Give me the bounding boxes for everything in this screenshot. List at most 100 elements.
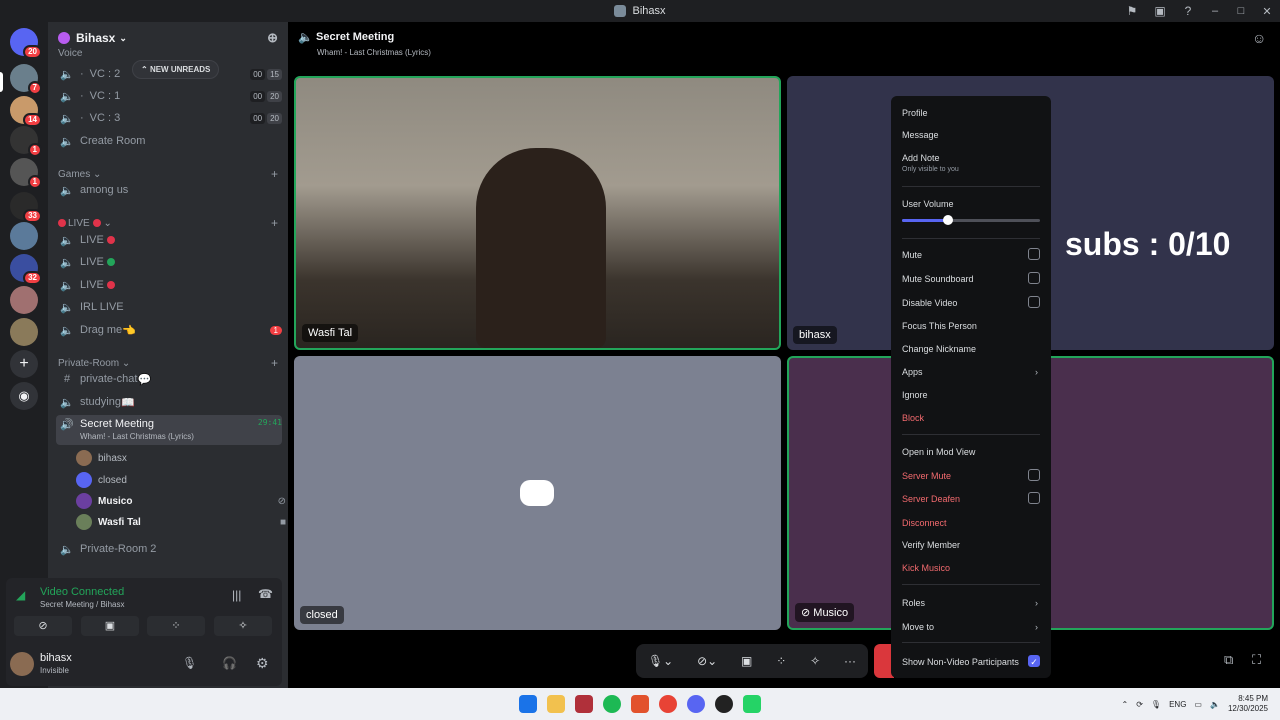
menu-roles[interactable]: Roles › xyxy=(902,598,1040,608)
soundboard-button[interactable]: ✧ xyxy=(214,616,272,636)
invite-icon[interactable]: ⊕ xyxy=(267,30,278,46)
live-channel[interactable]: 🔈 LIVE xyxy=(56,252,282,272)
server-icon[interactable]: 1 xyxy=(10,126,42,157)
brave-icon[interactable] xyxy=(631,695,649,713)
show-non-video-checkbox[interactable]: ✓ xyxy=(1028,655,1040,667)
category-live[interactable]: LIVE ⌄ + xyxy=(58,216,278,230)
minimize-button[interactable]: – xyxy=(1202,5,1228,17)
microphone-button[interactable]: 🎙⌄ xyxy=(648,654,673,668)
maximize-button[interactable]: □ xyxy=(1228,5,1254,17)
camera-button[interactable]: ⊘⌄ xyxy=(697,654,717,668)
menu-ignore[interactable]: Ignore xyxy=(902,390,1040,400)
whatsapp-icon[interactable] xyxy=(743,695,761,713)
mute-checkbox[interactable] xyxy=(1028,248,1040,260)
add-channel-icon[interactable]: + xyxy=(271,356,278,370)
noise-suppression-icon[interactable]: ||| xyxy=(232,588,241,602)
add-server-icon[interactable]: + xyxy=(10,350,38,378)
menu-add-note[interactable]: Add Note xyxy=(902,153,1040,163)
server-icon[interactable] xyxy=(10,286,38,314)
live-channel[interactable]: 🔈 LIVE xyxy=(56,275,282,295)
activities-button[interactable]: ⁘ xyxy=(147,616,205,636)
server-icon[interactable]: 7 xyxy=(10,64,42,95)
more-options-button[interactable]: ··· xyxy=(844,654,856,668)
create-room-channel[interactable]: 🔈 Create Room xyxy=(56,131,282,151)
server-icon[interactable]: 32 xyxy=(10,254,42,285)
menu-mute[interactable]: Mute xyxy=(902,248,1040,260)
close-button[interactable]: ✕ xyxy=(1254,5,1280,18)
category-games[interactable]: Games ⌄ + xyxy=(58,167,278,181)
microphone-icon[interactable]: 🎙 xyxy=(182,656,197,670)
volume-handle[interactable] xyxy=(942,215,953,225)
menu-block[interactable]: Block xyxy=(902,413,1040,423)
mute-soundboard-checkbox[interactable] xyxy=(1028,272,1040,284)
menu-verify-member[interactable]: Verify Member xyxy=(902,540,1040,550)
voice-channel[interactable]: 🔈 · VC : 3 00 20 xyxy=(56,108,282,128)
clock[interactable]: 8:45 PM 12/30/2025 xyxy=(1228,694,1268,714)
menu-profile[interactable]: Profile xyxy=(902,108,1040,118)
private-room-2-channel[interactable]: 🔈 Private-Room 2 xyxy=(56,539,282,559)
voice-member[interactable]: Wasfi Tal ■ xyxy=(76,512,286,532)
soundboard-button[interactable]: ✧ xyxy=(810,654,820,668)
activities-button[interactable]: ⁘ xyxy=(776,654,786,668)
drag-me-channel[interactable]: 🔈 Drag me 👈 1 xyxy=(56,320,282,340)
category-voice[interactable]: Voice xyxy=(58,48,278,59)
screen-share-button[interactable]: ▣ xyxy=(81,616,139,636)
help-icon[interactable]: ? xyxy=(1174,4,1202,18)
menu-move-to[interactable]: Move to › xyxy=(902,622,1040,632)
server-icon[interactable]: 33 xyxy=(10,192,42,223)
voice-member[interactable]: closed xyxy=(76,470,127,490)
direct-messages-icon[interactable]: 20 xyxy=(10,28,42,59)
live-channel[interactable]: 🔈 LIVE xyxy=(56,230,282,250)
fullscreen-icon[interactable]: ⛶ xyxy=(1252,652,1261,668)
menu-apps[interactable]: Apps › xyxy=(902,367,1040,377)
server-icon[interactable] xyxy=(10,222,38,250)
server-icon[interactable] xyxy=(10,318,38,346)
discord-icon[interactable] xyxy=(687,695,705,713)
spotify-icon[interactable] xyxy=(603,695,621,713)
obs-icon[interactable] xyxy=(715,695,733,713)
secret-meeting-channel[interactable]: 🔊 Secret Meeting Wham! - Last Christmas … xyxy=(56,415,282,445)
settings-gear-icon[interactable]: ⚙ xyxy=(256,655,269,672)
popout-icon[interactable]: ⧉ xyxy=(1224,652,1233,668)
menu-show-non-video[interactable]: Show Non-Video Participants ✓ xyxy=(902,655,1040,667)
app-icon[interactable] xyxy=(575,695,593,713)
video-tile[interactable]: closed xyxy=(294,356,781,630)
microphone-icon[interactable]: 🎙 xyxy=(1151,700,1161,709)
server-icon[interactable]: 14 xyxy=(10,96,42,127)
private-chat-channel[interactable]: # private-chat 💬 xyxy=(56,369,282,389)
menu-open-mod-view[interactable]: Open in Mod View xyxy=(902,447,1040,457)
studying-channel[interactable]: 🔈 studying 📖 xyxy=(56,392,282,412)
discover-icon[interactable]: ◉ xyxy=(10,382,38,410)
members-icon[interactable]: ☺ xyxy=(1252,30,1266,46)
add-channel-icon[interactable]: + xyxy=(271,216,278,230)
voice-channel[interactable]: 🔈 · VC : 1 00 20 xyxy=(56,86,282,106)
sync-icon[interactable]: ⟳ xyxy=(1136,700,1143,709)
menu-server-deafen[interactable]: Server Deafen xyxy=(902,492,1040,504)
menu-message[interactable]: Message xyxy=(902,130,1040,140)
chrome-icon[interactable] xyxy=(659,695,677,713)
file-explorer-icon[interactable] xyxy=(547,695,565,713)
voice-member[interactable]: bihasx xyxy=(76,448,127,468)
screen-share-button[interactable]: ▣ xyxy=(741,654,752,668)
chevron-up-icon[interactable]: ⌃ xyxy=(1122,700,1129,709)
add-channel-icon[interactable]: + xyxy=(271,167,278,181)
inbox-icon[interactable]: ▣ xyxy=(1146,4,1174,18)
user-volume-slider[interactable] xyxy=(902,215,1040,225)
headphones-icon[interactable]: 🎧 xyxy=(222,656,237,670)
menu-disable-video[interactable]: Disable Video xyxy=(902,296,1040,308)
disable-video-checkbox[interactable] xyxy=(1028,296,1040,308)
voice-member[interactable]: Musico ⊘ xyxy=(76,491,286,511)
user-avatar[interactable] xyxy=(10,652,34,676)
menu-mute-soundboard[interactable]: Mute Soundboard xyxy=(902,272,1040,284)
flag-icon[interactable]: ⚑ xyxy=(1118,4,1146,18)
server-mute-checkbox[interactable] xyxy=(1028,469,1040,481)
among-us-channel[interactable]: 🔈 among us xyxy=(56,180,282,200)
voice-channel[interactable]: 🔈 · VC : 2 00 15 xyxy=(56,64,282,84)
menu-server-mute[interactable]: Server Mute xyxy=(902,469,1040,481)
menu-kick[interactable]: Kick Musico xyxy=(902,563,1040,573)
video-toggle-button[interactable]: ⊘ xyxy=(14,616,72,636)
volume-icon[interactable]: 🔈 xyxy=(1210,700,1220,709)
menu-focus-person[interactable]: Focus This Person xyxy=(902,321,1040,331)
server-icon[interactable]: 1 xyxy=(10,158,42,189)
server-deafen-checkbox[interactable] xyxy=(1028,492,1040,504)
